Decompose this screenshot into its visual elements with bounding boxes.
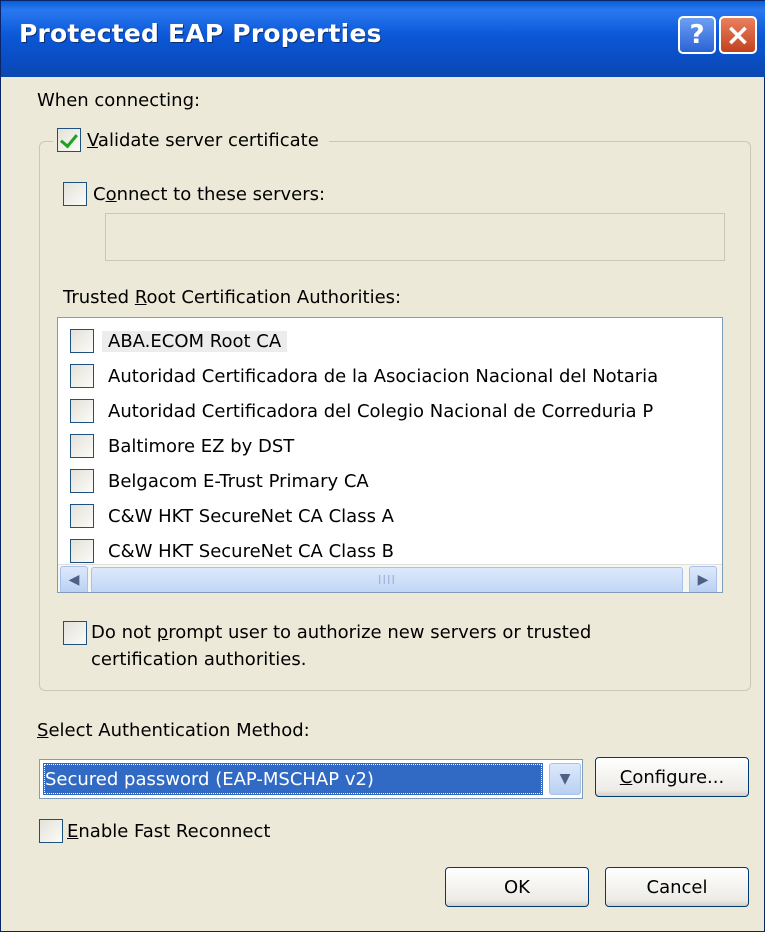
connect-checkbox-box[interactable] xyxy=(63,182,87,206)
horizontal-scroll-thumb[interactable]: IIII xyxy=(91,567,683,592)
list-item[interactable]: Autoridad Certificadora de la Asociacion… xyxy=(70,361,658,391)
ca-checkbox[interactable] xyxy=(70,364,94,388)
list-item[interactable]: Baltimore EZ by DST xyxy=(70,431,294,461)
chevron-down-icon: ▼ xyxy=(559,771,571,787)
ca-checkbox[interactable] xyxy=(70,329,94,353)
ca-name: C&W HKT SecureNet CA Class B xyxy=(108,540,395,562)
configure-button[interactable]: Configure... xyxy=(595,757,749,797)
servers-input xyxy=(105,213,725,261)
configure-label: Configure... xyxy=(619,766,725,788)
trusted-root-ca-list[interactable]: ABA.ECOM Root CA Autoridad Certificadora… xyxy=(57,317,723,593)
ca-checkbox[interactable] xyxy=(70,469,94,493)
scroll-left-button[interactable]: ◀ xyxy=(60,566,88,592)
auth-method-select[interactable]: Secured password (EAP-MSCHAP v2) ▼ xyxy=(39,759,583,799)
ca-name: C&W HKT SecureNet CA Class A xyxy=(108,505,394,527)
validate-server-certificate-checkbox[interactable]: Validate server certificate xyxy=(53,123,329,157)
list-item[interactable]: C&W HKT SecureNet CA Class A xyxy=(70,501,394,531)
auth-method-selected-value: Secured password (EAP-MSCHAP v2) xyxy=(43,763,543,795)
help-icon: ? xyxy=(689,20,705,50)
ca-checkbox[interactable] xyxy=(70,399,94,423)
cancel-button[interactable]: Cancel xyxy=(605,867,749,907)
close-icon: × xyxy=(725,17,751,53)
ca-checkbox[interactable] xyxy=(70,539,94,563)
grip-icon: IIII xyxy=(377,573,397,587)
help-button[interactable]: ? xyxy=(678,16,716,54)
scroll-right-button[interactable]: ▶ xyxy=(689,566,717,592)
dialog-window: Protected EAP Properties ? × When connec… xyxy=(0,0,765,932)
validate-checkbox-box[interactable] xyxy=(57,128,81,152)
fast-reconnect-checkbox-box[interactable] xyxy=(39,819,63,843)
do-not-prompt-checkbox[interactable]: Do not prompt user to authorize new serv… xyxy=(63,619,591,673)
ca-checkbox[interactable] xyxy=(70,504,94,528)
fast-reconnect-label: Enable Fast Reconnect xyxy=(67,820,271,842)
when-connecting-label: When connecting: xyxy=(37,90,201,111)
title-bar[interactable]: Protected EAP Properties ? × xyxy=(1,1,765,77)
chevron-right-icon: ▶ xyxy=(697,572,709,588)
list-item[interactable]: Autoridad Certificadora del Colegio Naci… xyxy=(70,396,653,426)
list-item[interactable]: C&W HKT SecureNet CA Class B xyxy=(70,536,394,566)
fast-reconnect-checkbox[interactable]: Enable Fast Reconnect xyxy=(39,819,270,843)
do-not-prompt-checkbox-box[interactable] xyxy=(63,621,87,645)
chevron-left-icon: ◀ xyxy=(68,572,80,588)
ca-name: Autoridad Certificadora del Colegio Naci… xyxy=(108,400,654,422)
auth-method-label: Select Authentication Method: xyxy=(37,720,310,741)
horizontal-scrollbar[interactable]: ◀ IIII ▶ xyxy=(58,564,722,592)
cancel-label: Cancel xyxy=(646,876,708,898)
do-not-prompt-label: Do not prompt user to authorize new serv… xyxy=(91,622,592,670)
list-item[interactable]: ABA.ECOM Root CA xyxy=(70,326,288,356)
ca-name: ABA.ECOM Root CA xyxy=(102,330,288,352)
trusted-root-label: Trusted Root Certification Authorities: xyxy=(63,287,402,308)
list-item[interactable]: Belgacom E-Trust Primary CA xyxy=(70,466,369,496)
ca-name: Autoridad Certificadora de la Asociacion… xyxy=(108,365,659,387)
ok-label: OK xyxy=(504,876,530,898)
ca-name: Baltimore EZ by DST xyxy=(108,435,295,457)
connect-label: Connect to these servers: xyxy=(93,183,326,205)
connect-to-servers-checkbox[interactable]: Connect to these servers: xyxy=(63,182,325,206)
ca-name: Belgacom E-Trust Primary CA xyxy=(108,470,369,492)
ok-button[interactable]: OK xyxy=(445,867,589,907)
ca-checkbox[interactable] xyxy=(70,434,94,458)
dropdown-button[interactable]: ▼ xyxy=(549,763,581,795)
validate-label: Validate server certificate xyxy=(87,129,319,151)
close-button[interactable]: × xyxy=(719,16,757,54)
window-title: Protected EAP Properties xyxy=(19,19,382,48)
